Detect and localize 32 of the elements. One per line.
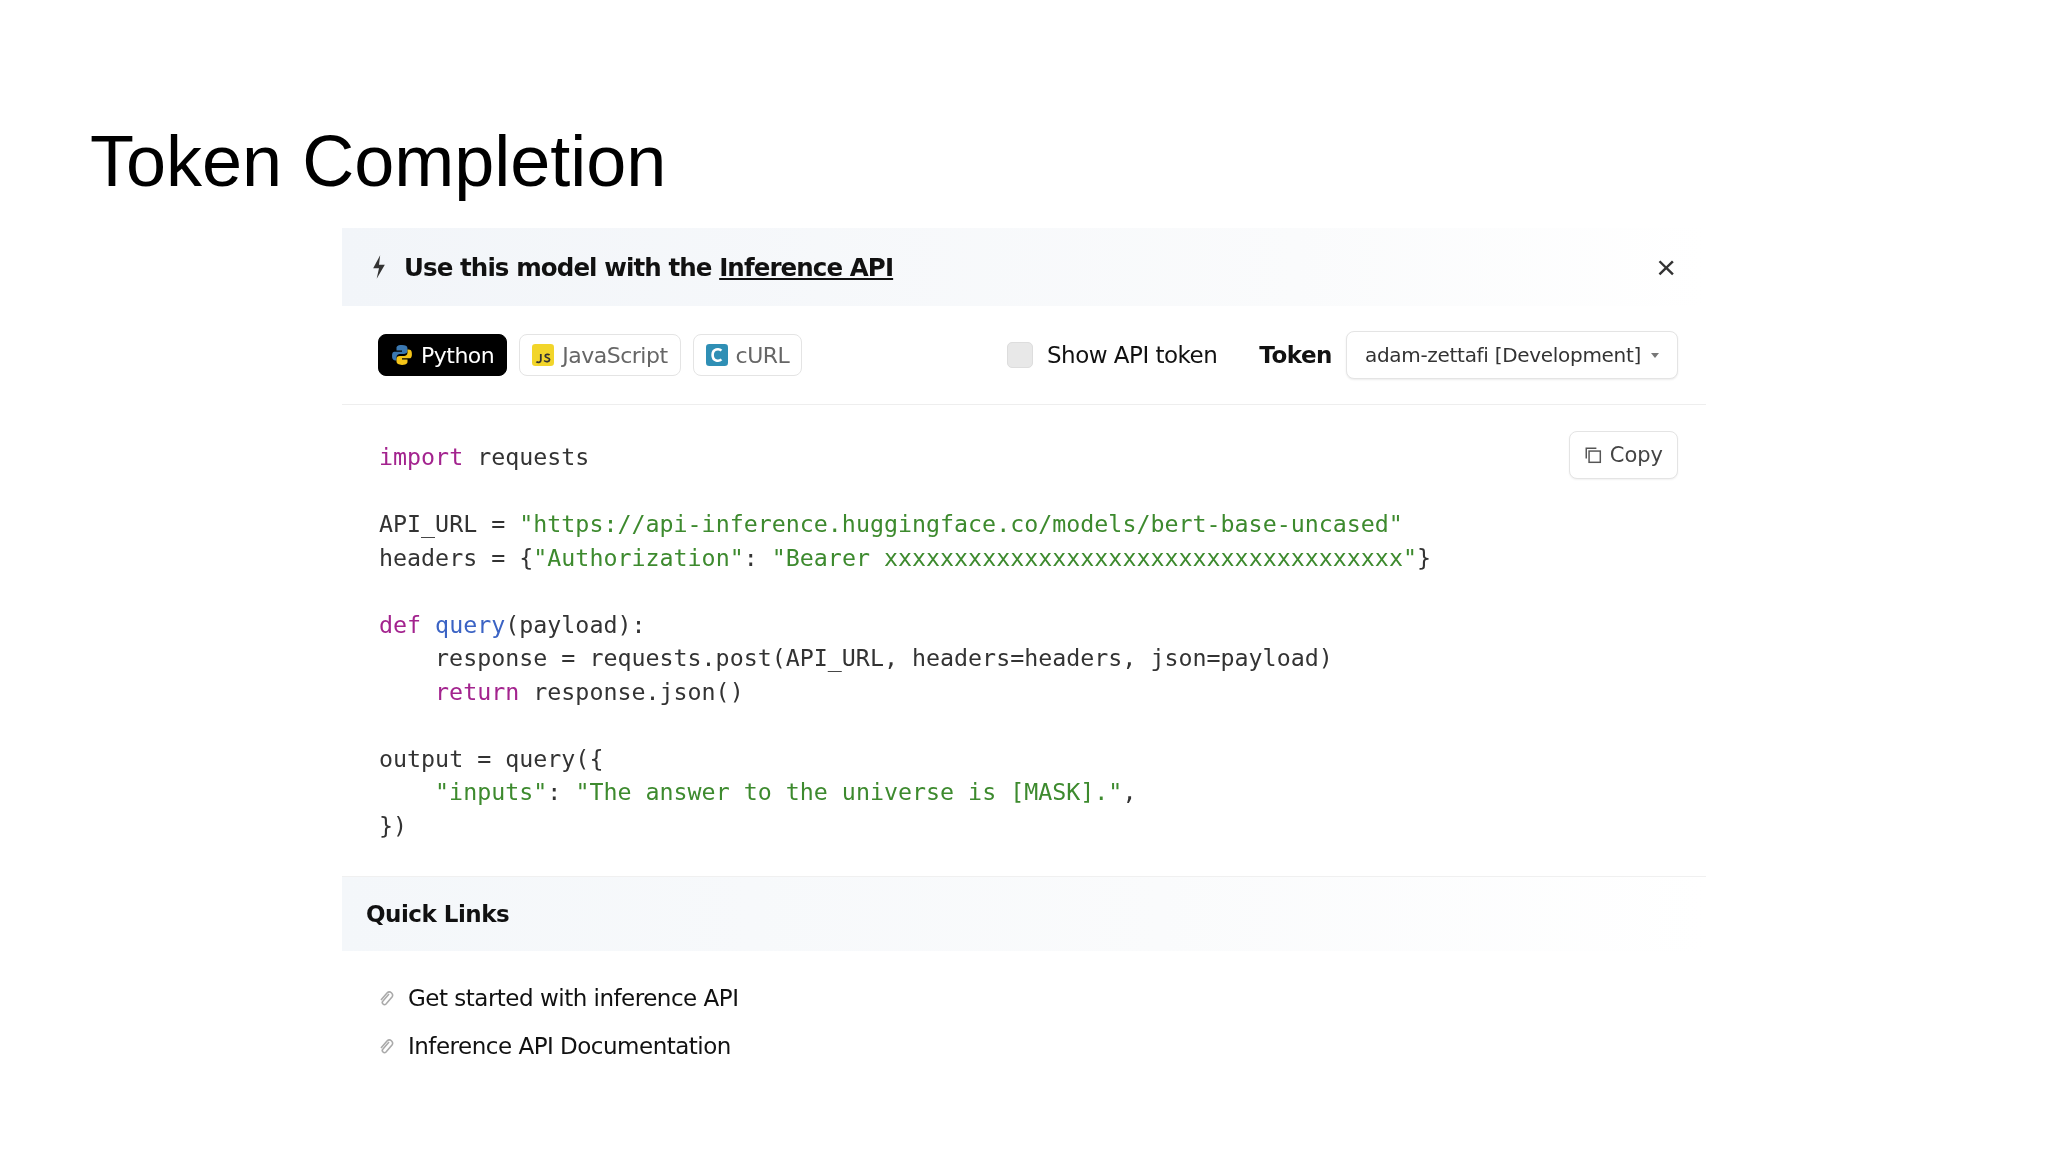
inference-api-link[interactable]: Inference API <box>719 252 894 282</box>
close-button[interactable]: × <box>1652 250 1680 284</box>
paperclip-icon <box>378 988 394 1008</box>
show-token-label: Show API token <box>1046 342 1218 368</box>
copy-icon <box>1583 446 1602 464</box>
token-label: Token <box>1259 342 1332 368</box>
code-line: }) <box>379 810 408 841</box>
show-token-checkbox[interactable] <box>1006 342 1033 368</box>
code-line: API_URL = "https://api-inference.huggingface.co/models/bert-base-uncased" <box>379 509 1403 540</box>
quick-link[interactable]: Inference API Documentation <box>408 1033 731 1059</box>
quick-links-title: Quick Links <box>366 901 510 927</box>
js-icon <box>532 344 555 366</box>
language-tab[interactable]: cURL <box>692 334 803 376</box>
code-line: "inputs": "The answer to the universe is [MASK].", <box>435 777 1137 807</box>
code-line: headers = {"Authorization": "Bearer xxxxxxxxxxxxxxxxxxxxxxxxxxxxxxxxxxxxx"} <box>379 542 1431 573</box>
code-line: def query(payload): <box>379 609 646 640</box>
lightning-icon <box>372 255 386 279</box>
panel-heading: Use this model with the Inference API <box>404 252 894 282</box>
quick-link[interactable]: Get started with inference API <box>408 985 739 1011</box>
code-line: output = query({ <box>379 743 604 774</box>
language-tab[interactable]: Python <box>378 334 508 376</box>
token-dropdown[interactable]: adam-zettafi [Development] <box>1345 331 1678 379</box>
paperclip-icon <box>378 1036 394 1056</box>
slide-title: Token Completion <box>90 120 667 202</box>
copy-button[interactable]: Copy <box>1568 431 1678 479</box>
code-line: import requests <box>379 442 590 472</box>
python-icon <box>391 344 413 366</box>
caret-icon <box>1651 352 1659 358</box>
language-tab[interactable]: JavaScript <box>519 334 681 376</box>
code-line: return response.json() <box>435 676 744 707</box>
curl-icon <box>705 344 728 366</box>
code-line: response = requests.post(API_URL, headers=headers, json=payload) <box>435 643 1333 674</box>
